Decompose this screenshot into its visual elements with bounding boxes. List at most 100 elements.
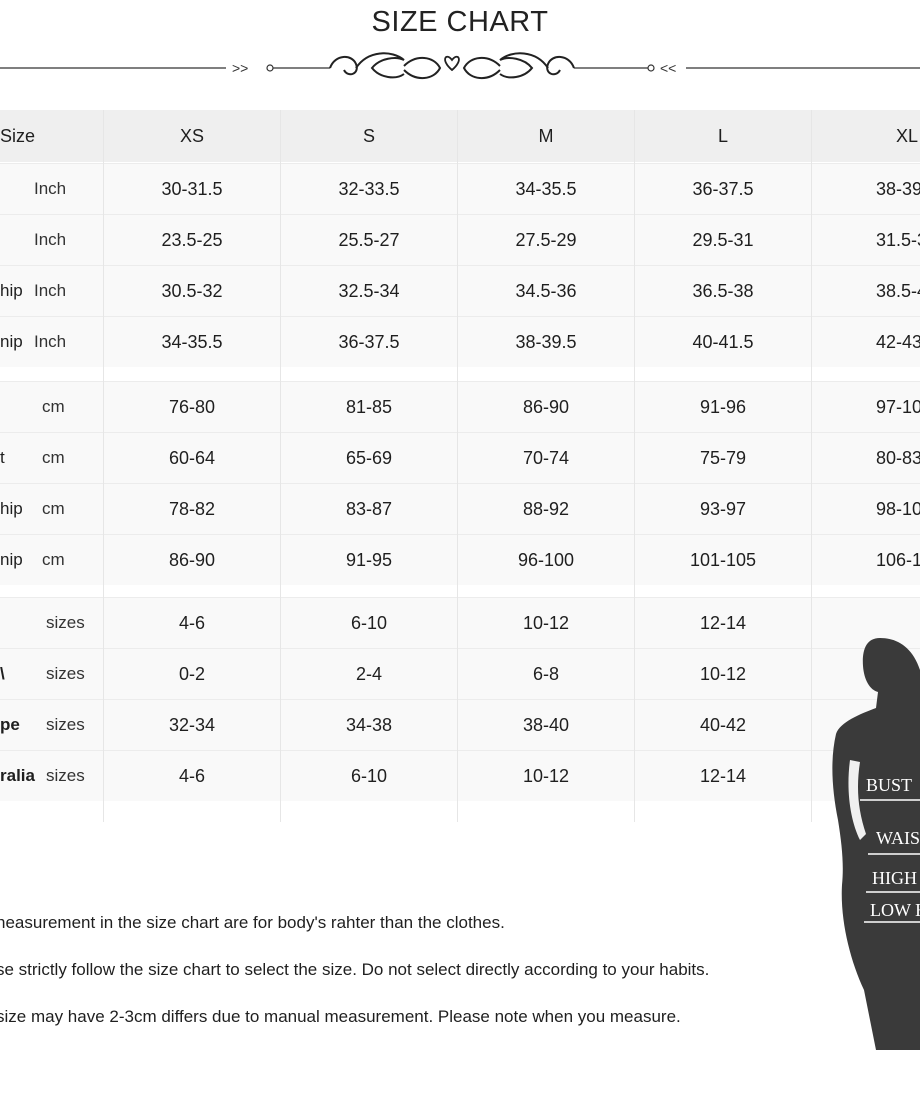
table-cell: 36-37.5	[338, 331, 400, 352]
table-cell: 60-64	[168, 447, 216, 468]
table-cell: 6-8	[532, 663, 559, 684]
table-cell: 86-90	[522, 396, 570, 417]
header-size-l: L	[717, 125, 728, 146]
row-unit: cm	[42, 448, 65, 467]
table-row-cm-1: cm 76-80 81-85 86-90 91-96 97-10	[0, 381, 920, 432]
divider-left-arrows: >>	[232, 60, 248, 76]
table-cell: 34-35.5	[515, 178, 577, 199]
row-label: t	[0, 448, 5, 467]
table-cell: 4-6	[178, 612, 205, 633]
row-unit: sizes	[46, 664, 85, 683]
table-cell: 30.5-32	[161, 280, 223, 301]
note-line-1: neasurement in the size chart are for bo…	[0, 913, 505, 932]
table-cell: 30-31.5	[161, 178, 223, 199]
table-cell: 75-79	[699, 447, 747, 468]
table-row-cm-2: t cm 60-64 65-69 70-74 75-79 80-83	[0, 432, 920, 483]
table-cell: 38.5-4	[876, 280, 920, 301]
row-unit: sizes	[46, 613, 85, 632]
row-label: nip	[0, 332, 23, 351]
table-cell: 97-10	[876, 396, 920, 417]
table-cell: 4-6	[178, 765, 205, 786]
table-cell: 38-39	[876, 178, 920, 199]
table-cell: 12-14	[699, 765, 747, 786]
table-cell: 76-80	[168, 396, 216, 417]
table-cell: 98-10	[876, 498, 920, 519]
table-row-inch-3: hip Inch 30.5-32 32.5-34 34.5-36 36.5-38 38.5-…	[0, 265, 920, 316]
table-cell: 36.5-38	[692, 280, 754, 301]
table-cell: 25.5-27	[338, 229, 400, 250]
header-size-xs: XS	[179, 125, 204, 146]
note-line-3: size may have 2-3cm differs due to manua…	[0, 1007, 681, 1026]
header-size-label: Size	[0, 125, 36, 146]
figure-label-waist: WAIS	[876, 828, 920, 848]
table-row-inch-4: nip Inch 34-35.5 36-37.5 38-39.5 40-41.5 42-43	[0, 316, 920, 367]
table-cell: 32-34	[168, 714, 216, 735]
table-cell: 80-83	[876, 447, 920, 468]
table-cell: 81-85	[345, 396, 393, 417]
row-label: ralia	[0, 766, 35, 785]
table-row-inch-1: Inch 30-31.5 32-33.5 34-35.5 36-37.5 38-39	[0, 163, 920, 214]
table-row-cm-3: hip cm 78-82 83-87 88-92 93-97 98-10	[0, 483, 920, 534]
table-cell: 34-35.5	[161, 331, 223, 352]
row-unit: Inch	[34, 230, 67, 249]
header-size-xl: XL	[896, 125, 919, 146]
table-cell: 70-74	[522, 447, 570, 468]
table-cell: 86-90	[168, 549, 216, 570]
table-cell: 10-12	[522, 765, 570, 786]
header-size-s: S	[362, 125, 375, 146]
table-cell: 93-97	[699, 498, 747, 519]
table-cell: 88-92	[522, 498, 570, 519]
row-label: hip	[0, 499, 23, 518]
table-cell: 91-96	[699, 396, 747, 417]
table-row-region-1: sizes 4-6 6-10 10-12 12-14	[0, 597, 920, 648]
table-cell: 101-105	[689, 549, 757, 570]
row-unit: sizes	[46, 766, 85, 785]
table-cell: 34.5-36	[515, 280, 577, 301]
row-label: pe	[0, 715, 20, 734]
table-cell: 29.5-31	[692, 229, 754, 250]
table-cell: 6-10	[350, 765, 388, 786]
table-cell: 32-33.5	[338, 178, 400, 199]
table-cell: 27.5-29	[515, 229, 577, 250]
note-line-2: se strictly follow the size chart to sel…	[0, 960, 710, 979]
table-cell: 10-12	[699, 663, 747, 684]
table-row-cm-4: nip cm 86-90 91-95 96-100 101-105 106-1	[0, 534, 920, 585]
row-label: \	[0, 664, 5, 683]
row-unit: Inch	[34, 281, 67, 300]
table-cell: 23.5-25	[161, 229, 223, 250]
table-row-region-3: pe sizes 32-34 34-38 38-40 40-42	[0, 699, 920, 750]
table-header-row: Size XS S M L XL	[0, 110, 920, 162]
figure-label-low-hip: LOW H	[870, 900, 920, 920]
table-cell: 65-69	[345, 447, 393, 468]
size-table: Size XS S M L XL Inch 30-31.5 32-33.5 34-35…	[0, 110, 920, 822]
figure-label-bust: BUST	[866, 775, 913, 795]
table-cell: 91-95	[345, 549, 393, 570]
table-row-inch-2: Inch 23.5-25 25.5-27 27.5-29 29.5-31 31.5-3	[0, 214, 920, 265]
figure-label-high-hip: HIGH	[872, 868, 917, 888]
row-label: nip	[0, 550, 23, 569]
ornamental-divider: >> <<	[0, 52, 920, 79]
table-cell: 40-41.5	[692, 331, 754, 352]
table-cell: 36-37.5	[692, 178, 754, 199]
divider-right-arrows: <<	[660, 60, 676, 76]
table-row-region-4: ralia sizes 4-6 6-10 10-12 12-14	[0, 750, 920, 801]
table-row-region-2: \ sizes 0-2 2-4 6-8 10-12	[0, 648, 920, 699]
table-cell: 106-1	[876, 549, 920, 570]
table-cell: 0-2	[178, 663, 205, 684]
table-cell: 12-14	[699, 612, 747, 633]
table-cell: 10-12	[522, 612, 570, 633]
row-unit: sizes	[46, 715, 85, 734]
page-title: SIZE CHART	[371, 6, 549, 38]
row-unit: cm	[42, 397, 65, 416]
row-unit: cm	[42, 499, 65, 518]
table-cell: 40-42	[699, 714, 747, 735]
table-cell: 38-39.5	[515, 331, 577, 352]
header-size-m: M	[538, 125, 554, 146]
table-cell: 2-4	[355, 663, 382, 684]
body-measurement-figure: BUST WAIS HIGH LOW H	[820, 630, 920, 1060]
table-cell: 83-87	[345, 498, 393, 519]
row-label: hip	[0, 281, 23, 300]
table-cell: 34-38	[345, 714, 393, 735]
table-cell: 6-10	[350, 612, 388, 633]
row-unit: Inch	[34, 332, 67, 351]
